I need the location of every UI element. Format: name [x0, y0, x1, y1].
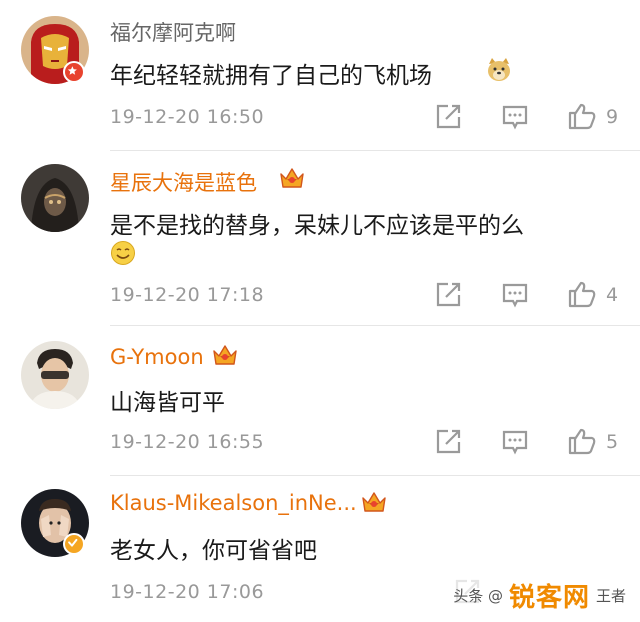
vip-crown-icon	[278, 166, 306, 190]
vip-crown-icon	[360, 490, 388, 514]
person-avatar-icon	[21, 341, 89, 409]
watermark-logo: 锐客网	[508, 582, 590, 613]
comment-username[interactable]: Klaus-Mikealson_inNe...	[110, 491, 357, 515]
like-count: 5	[606, 431, 619, 453]
smile-emoji-icon	[110, 240, 136, 266]
comment-text-body: 老女人，你可省省吧	[110, 538, 317, 564]
comment-icon[interactable]	[500, 427, 530, 457]
comment-text-body: 是不是找的替身，呆妹儿不应该是平的么	[110, 213, 524, 239]
share-icon[interactable]	[433, 280, 463, 310]
comment-timestamp: 19-12-20 16:50	[110, 106, 265, 128]
like-count: 4	[606, 284, 619, 306]
share-icon[interactable]	[433, 102, 463, 132]
comment-icon[interactable]	[500, 280, 530, 310]
comment-username[interactable]: 星辰大海是蓝色	[110, 167, 257, 197]
watermark-prefix: 头条 @	[453, 586, 503, 605]
comment-item: 星辰大海是蓝色 是不是找的替身，呆妹儿不应该是平的么 19-12-20 17:1…	[0, 150, 640, 325]
comment-timestamp: 19-12-20 17:06	[110, 581, 265, 603]
comment-icon[interactable]	[500, 102, 530, 132]
comment-username[interactable]: G-Ymoon	[110, 345, 204, 369]
comment-text: 山海皆可平	[110, 383, 225, 417]
like-icon[interactable]	[567, 426, 597, 456]
comment-timestamp: 19-12-20 16:55	[110, 431, 265, 453]
like-count: 9	[606, 106, 619, 128]
comment-username[interactable]: 福尔摩阿克啊	[110, 17, 236, 47]
hooded-figure-avatar-icon	[21, 164, 89, 232]
comment-item: 福尔摩阿克啊 年纪轻轻就拥有了自己的飞机场 19-12-20 16:50 9	[0, 0, 640, 150]
avatar[interactable]	[21, 341, 89, 409]
verified-badge-icon	[63, 533, 85, 555]
comment-text: 年纪轻轻就拥有了自己的飞机场	[110, 56, 432, 90]
comment-text-body: 山海皆可平	[110, 390, 225, 416]
comment-text-body: 年纪轻轻就拥有了自己的飞机场	[110, 63, 432, 89]
comment-timestamp: 19-12-20 17:18	[110, 284, 265, 306]
comment-text: 老女人，你可省省吧	[110, 531, 317, 565]
comment-item: G-Ymoon 山海皆可平 19-12-20 16:55 5	[0, 325, 640, 475]
doge-emoji-icon	[486, 57, 512, 83]
share-icon[interactable]	[433, 427, 463, 457]
avatar[interactable]	[21, 164, 89, 232]
watermark: 头条 @ 锐客网 王者	[447, 578, 632, 613]
watermark-suffix: 王者	[595, 586, 626, 605]
verified-badge-icon	[63, 61, 85, 83]
like-icon[interactable]	[567, 279, 597, 309]
comment-text: 是不是找的替身，呆妹儿不应该是平的么	[110, 206, 524, 240]
vip-crown-icon	[211, 343, 239, 367]
like-icon[interactable]	[567, 101, 597, 131]
